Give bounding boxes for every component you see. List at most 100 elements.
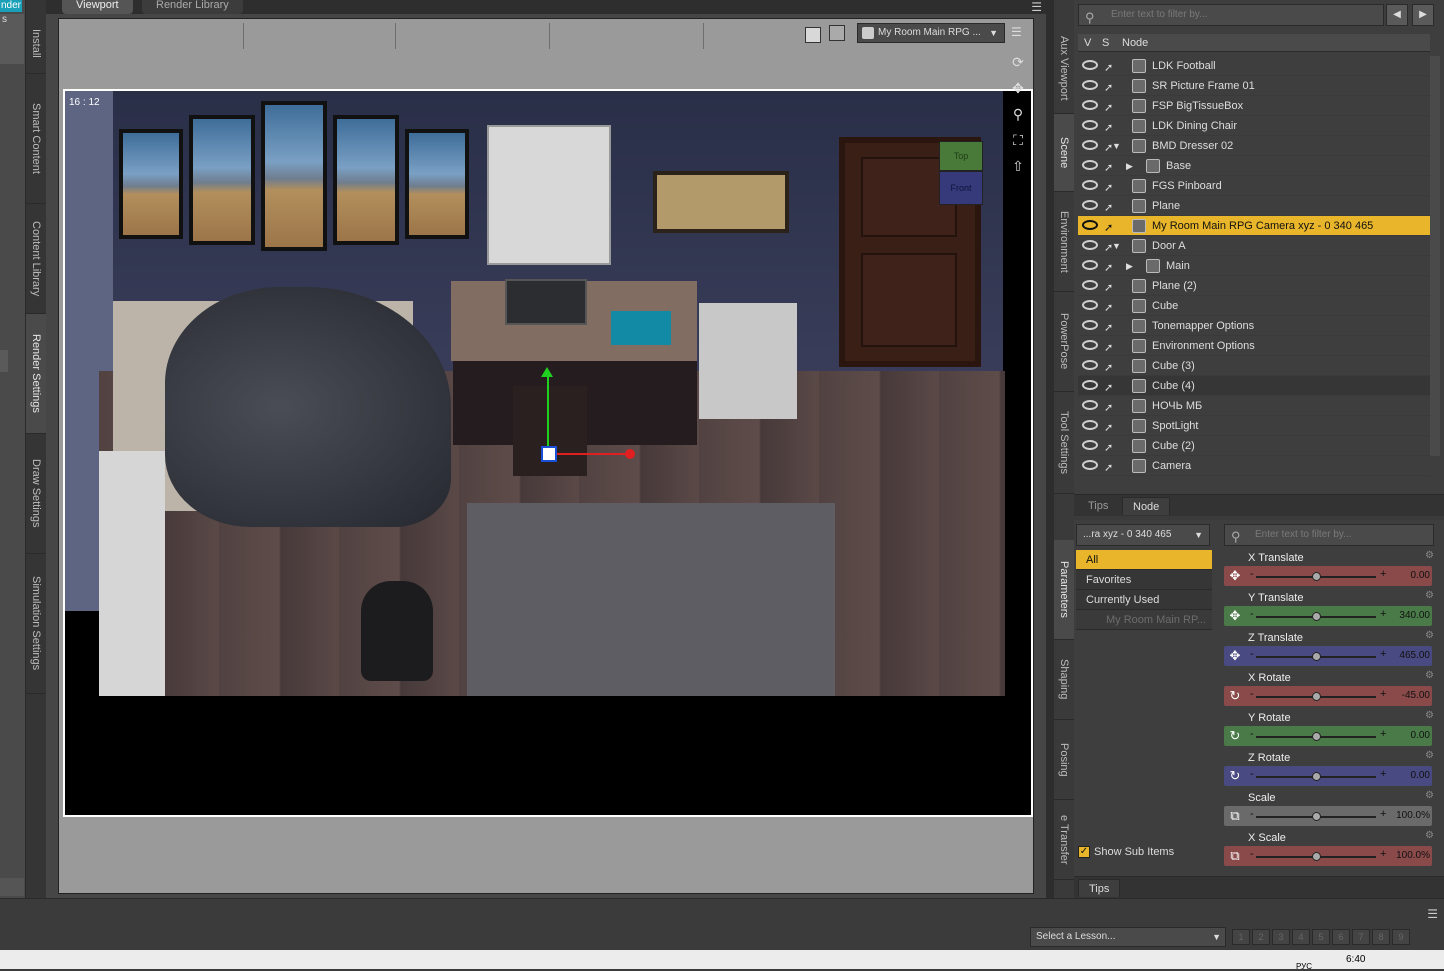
gizmo-center[interactable] <box>541 446 557 462</box>
increment-button[interactable]: + <box>1380 768 1386 780</box>
scene-row[interactable]: ➚ Environment Options <box>1078 336 1430 356</box>
orbit-icon[interactable]: ⟳ <box>1009 53 1027 71</box>
visibility-eye-icon[interactable] <box>1082 220 1098 230</box>
selectable-pointer-icon[interactable]: ➚ <box>1104 338 1113 358</box>
selectable-pointer-icon[interactable]: ➚ <box>1104 438 1113 458</box>
increment-button[interactable]: + <box>1380 728 1386 740</box>
selectable-pointer-icon[interactable]: ➚ <box>1104 458 1113 478</box>
pan-icon[interactable]: ✥ <box>1009 79 1027 97</box>
slider-knob[interactable] <box>1312 572 1321 581</box>
decrement-button[interactable]: - <box>1250 568 1254 580</box>
frame-icon[interactable]: ⛶ <box>1009 131 1027 149</box>
draw-style-icon[interactable] <box>805 27 821 43</box>
tab-render-settings[interactable]: Render Settings <box>26 314 46 434</box>
selectable-pointer-icon[interactable]: ➚ <box>1104 358 1113 378</box>
expand-right-icon[interactable]: ▶ <box>1126 156 1133 176</box>
scene-row[interactable]: ➚ Cube <box>1078 296 1430 316</box>
tab-parameters-tips[interactable]: Tips <box>1078 879 1121 897</box>
decrement-button[interactable]: - <box>1250 848 1254 860</box>
slider-knob[interactable] <box>1312 652 1321 661</box>
viewport-menu-icon[interactable]: ☰ <box>1011 25 1022 39</box>
tab-node[interactable]: Node <box>1122 497 1171 515</box>
scene-row[interactable]: ➚ Camera <box>1078 456 1430 476</box>
tab-render-library[interactable]: Render Library <box>142 0 243 14</box>
lesson-step-button[interactable]: 9 <box>1392 929 1410 945</box>
visibility-eye-icon[interactable] <box>1082 180 1098 190</box>
tab-posing[interactable]: Posing <box>1054 720 1074 800</box>
tab-smart-content[interactable]: Smart Content <box>26 74 46 204</box>
expand-right-icon[interactable]: ▶ <box>1126 256 1133 276</box>
gear-icon[interactable]: ⚙ <box>1425 830 1434 841</box>
tab-viewport[interactable]: Viewport <box>62 0 133 14</box>
scene-row[interactable]: ➚ My Room Main RPG Camera xyz - 0 340 465 <box>1078 216 1430 236</box>
slider-knob[interactable] <box>1312 732 1321 741</box>
camera-select[interactable]: My Room Main RPG ... ▼ <box>857 23 1005 43</box>
lesson-step-button[interactable]: 3 <box>1272 929 1290 945</box>
tab-parameters[interactable]: Parameters <box>1054 540 1074 640</box>
visibility-eye-icon[interactable] <box>1082 80 1098 90</box>
x-axis-handle[interactable] <box>549 453 633 455</box>
visibility-eye-icon[interactable] <box>1082 380 1098 390</box>
tab-powerpose[interactable]: PowerPose <box>1054 292 1074 392</box>
parameter-filter-input[interactable]: ⚲ Enter text to filter by... <box>1224 524 1434 546</box>
visibility-eye-icon[interactable] <box>1082 460 1098 470</box>
decrement-button[interactable]: - <box>1250 808 1254 820</box>
decrement-button[interactable]: - <box>1250 608 1254 620</box>
scene-row[interactable]: ➚ FGS Pinboard <box>1078 176 1430 196</box>
parameter-slider[interactable]: Scale ⚙ ⧉ - +100.0% <box>1222 790 1436 830</box>
parameter-slider[interactable]: X Translate ⚙ ✥ - +0.00 <box>1222 550 1436 590</box>
selectable-pointer-icon[interactable]: ➚ <box>1104 238 1113 258</box>
increment-button[interactable]: + <box>1380 688 1386 700</box>
slider-value[interactable]: 100.0% <box>1396 810 1430 821</box>
lesson-step-button[interactable]: 1 <box>1232 929 1250 945</box>
zoom-icon[interactable]: ⚲ <box>1009 105 1027 123</box>
parameter-category[interactable]: Currently Used <box>1076 590 1212 610</box>
tab-shaping[interactable]: Shaping <box>1054 640 1074 720</box>
selectable-pointer-icon[interactable]: ➚ <box>1104 218 1113 238</box>
tab-install[interactable]: Install <box>26 14 46 74</box>
selectable-pointer-icon[interactable]: ➚ <box>1104 418 1113 438</box>
viewport-frame[interactable]: My Room Main RPG ... ▼ ☰ 16: 12 Top Fro… <box>58 18 1034 894</box>
selectable-column[interactable]: S <box>1102 37 1109 49</box>
visibility-eye-icon[interactable] <box>1082 200 1098 210</box>
scene-row[interactable]: ➚ Plane <box>1078 196 1430 216</box>
camera-options-icon[interactable] <box>829 25 845 41</box>
selectable-pointer-icon[interactable]: ➚ <box>1104 258 1113 278</box>
visibility-eye-icon[interactable] <box>1082 320 1098 330</box>
slider-value[interactable]: -45.00 <box>1402 690 1430 701</box>
slider-knob[interactable] <box>1312 812 1321 821</box>
selectable-pointer-icon[interactable]: ➚ <box>1104 138 1113 158</box>
gear-icon[interactable]: ⚙ <box>1425 630 1434 641</box>
render-tab-fragment[interactable]: nder <box>0 0 22 12</box>
visible-column[interactable]: V <box>1084 37 1091 49</box>
expand-down-icon[interactable]: ▼ <box>1112 136 1121 156</box>
slider-knob[interactable] <box>1312 692 1321 701</box>
visibility-eye-icon[interactable] <box>1082 240 1098 250</box>
visibility-eye-icon[interactable] <box>1082 140 1098 150</box>
increment-button[interactable]: + <box>1380 848 1386 860</box>
tab-draw-settings[interactable]: Draw Settings <box>26 434 46 554</box>
slider-knob[interactable] <box>1312 852 1321 861</box>
pane-menu-icon[interactable]: ☰ <box>1031 0 1042 14</box>
parameter-slider[interactable]: X Scale ⚙ ⧉ - +100.0% <box>1222 830 1436 868</box>
scene-row[interactable]: ➚ Cube (4) <box>1078 376 1430 396</box>
slider-knob[interactable] <box>1312 612 1321 621</box>
lesson-select[interactable]: Select a Lesson... ▼ <box>1030 927 1226 947</box>
tab-aux-viewport[interactable]: Aux Viewport <box>1054 24 1074 114</box>
tab-scene[interactable]: Scene <box>1054 114 1074 192</box>
decrement-button[interactable]: - <box>1250 688 1254 700</box>
tab-tips[interactable]: Tips <box>1078 497 1118 515</box>
scene-row[interactable]: ▶ ➚ Base <box>1078 156 1430 176</box>
visibility-eye-icon[interactable] <box>1082 440 1098 450</box>
tab-environment[interactable]: Environment <box>1054 192 1074 292</box>
gear-icon[interactable]: ⚙ <box>1425 790 1434 801</box>
scene-row[interactable]: ➚ FSP BigTissueBox <box>1078 96 1430 116</box>
left-tab-fragment[interactable]: s <box>0 14 24 64</box>
slider-value[interactable]: 465.00 <box>1399 650 1430 661</box>
tab-content-library[interactable]: Content Library <box>26 204 46 314</box>
parameter-slider[interactable]: Y Translate ⚙ ✥ - +340.00 <box>1222 590 1436 630</box>
render-preview[interactable]: 16 : 12 Top Front <box>63 89 1033 817</box>
parameter-slider[interactable]: Z Rotate ⚙ ↻ - +0.00 <box>1222 750 1436 790</box>
visibility-eye-icon[interactable] <box>1082 60 1098 70</box>
scene-row[interactable]: ➚ Tonemapper Options <box>1078 316 1430 336</box>
